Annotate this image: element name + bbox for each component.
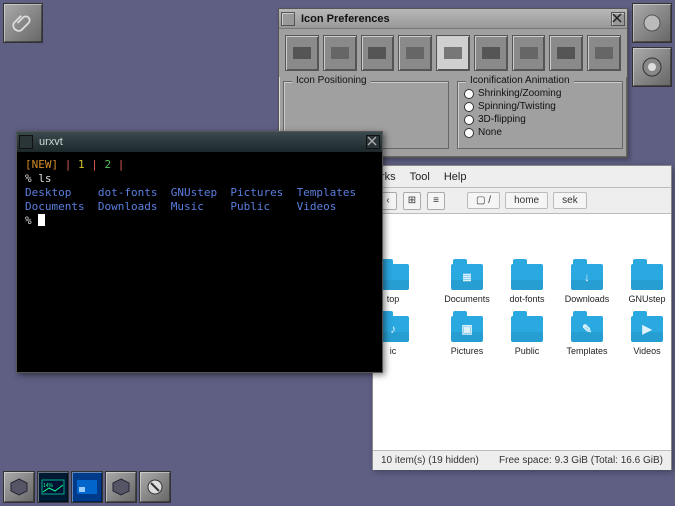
path-segment-sek[interactable]: sek bbox=[553, 192, 587, 209]
path-segment-home[interactable]: home bbox=[505, 192, 548, 209]
folder-icon: ▣ bbox=[451, 316, 483, 342]
prompt: % bbox=[25, 172, 32, 185]
view-list-button[interactable]: ≡ bbox=[427, 192, 445, 210]
prefs-tool-7[interactable] bbox=[549, 35, 583, 71]
path-root[interactable]: ▢ / bbox=[467, 192, 500, 209]
folder-icon: ▶ bbox=[631, 316, 663, 342]
dock-item-2[interactable] bbox=[71, 471, 103, 503]
prefs-tool-3[interactable] bbox=[398, 35, 432, 71]
menu-item[interactable]: Tool bbox=[410, 171, 430, 183]
close-icon bbox=[612, 13, 622, 23]
fm-view[interactable]: top ≣Documents dot-fonts ↓Downloads GNUs… bbox=[373, 214, 671, 450]
radio-icon bbox=[464, 102, 474, 112]
planet-icon bbox=[640, 11, 664, 35]
terminal-window[interactable]: urxvt [NEW] | 1 | 2 | % ls Desktop dot-f… bbox=[16, 131, 383, 373]
dock-item-3[interactable] bbox=[105, 471, 137, 503]
folder-item[interactable]: ↓Downloads bbox=[559, 264, 615, 304]
gnustep-icon bbox=[640, 55, 664, 79]
window-title: urxvt bbox=[37, 136, 362, 148]
pager-icon bbox=[77, 480, 97, 494]
chevron-left-icon: ‹ bbox=[386, 195, 389, 206]
miniaturize-button[interactable] bbox=[19, 135, 33, 149]
prefs-tool-1[interactable] bbox=[323, 35, 357, 71]
folder-item[interactable]: GNUstep bbox=[619, 264, 671, 304]
drive-icon: ▢ bbox=[476, 195, 485, 206]
status-left: 10 item(s) (19 hidden) bbox=[381, 455, 479, 466]
prefs-tool-8[interactable] bbox=[587, 35, 621, 71]
status-right: Free space: 9.3 GiB (Total: 16.6 GiB) bbox=[499, 455, 663, 466]
prefs-tool-4[interactable] bbox=[436, 35, 470, 71]
folder-item[interactable]: Public bbox=[499, 316, 555, 356]
dock-item-4[interactable] bbox=[139, 471, 171, 503]
folder-item[interactable]: ▶Videos bbox=[619, 316, 671, 356]
anim-option-3[interactable]: None bbox=[464, 127, 616, 138]
folder-icon: ✎ bbox=[571, 316, 603, 342]
fm-toolbar: ‹ ⊞ ≡ ▢ / home sek bbox=[373, 188, 671, 214]
iconification-animation-group: Iconification Animation Shrinking/Zoomin… bbox=[457, 81, 623, 149]
group-label: Icon Positioning bbox=[292, 75, 371, 86]
prefs-tool-5[interactable] bbox=[474, 35, 508, 71]
folder-icon bbox=[511, 316, 543, 342]
folder-item[interactable]: ≣Documents bbox=[439, 264, 495, 304]
radio-icon bbox=[464, 89, 474, 99]
cube-icon bbox=[111, 477, 131, 497]
prefs-tool-0[interactable] bbox=[285, 35, 319, 71]
folder-icon bbox=[511, 264, 543, 290]
titlebar[interactable]: Icon Preferences bbox=[279, 9, 627, 29]
close-button[interactable] bbox=[366, 135, 380, 149]
folder-icon: ≣ bbox=[451, 264, 483, 290]
window-title: Icon Preferences bbox=[299, 13, 607, 25]
dock-item-0[interactable] bbox=[3, 471, 35, 503]
close-button[interactable] bbox=[611, 12, 625, 26]
cmd: ls bbox=[38, 172, 51, 185]
terminal-body[interactable]: [NEW] | 1 | 2 | % ls Desktop dot-fonts G… bbox=[17, 152, 382, 234]
cursor bbox=[38, 214, 45, 226]
menu-item[interactable]: rks bbox=[381, 171, 396, 183]
close-icon bbox=[367, 136, 377, 146]
anim-option-0[interactable]: Shrinking/Zooming bbox=[464, 88, 616, 99]
menu-item[interactable]: Help bbox=[444, 171, 467, 183]
dock-top-2[interactable] bbox=[632, 47, 672, 87]
list-icon: ≡ bbox=[433, 195, 439, 206]
prefs-icon bbox=[145, 477, 165, 497]
prefs-toolbar bbox=[279, 29, 627, 77]
bottom-dock: 14% bbox=[3, 471, 171, 503]
dock-top-1[interactable] bbox=[632, 3, 672, 43]
file-manager-window[interactable]: rks Tool Help ‹ ⊞ ≡ ▢ / home sek top ≣Do… bbox=[372, 165, 672, 470]
prefs-tool-6[interactable] bbox=[512, 35, 546, 71]
folder-item[interactable]: ▣Pictures bbox=[439, 316, 495, 356]
fm-grid: top ≣Documents dot-fonts ↓Downloads GNUs… bbox=[373, 214, 671, 366]
fm-statusbar: 10 item(s) (19 hidden) Free space: 9.3 G… bbox=[373, 450, 671, 470]
prefs-tool-2[interactable] bbox=[361, 35, 395, 71]
miniaturize-button[interactable] bbox=[281, 12, 295, 26]
dock-item-1[interactable]: 14% bbox=[37, 471, 69, 503]
path-bar: ▢ / home sek bbox=[465, 192, 587, 209]
clip-dock-icon[interactable] bbox=[3, 3, 43, 43]
radio-icon bbox=[464, 128, 474, 138]
folder-icon: ↓ bbox=[571, 264, 603, 290]
monitor-icon: 14% bbox=[41, 479, 65, 495]
folder-item[interactable]: ✎Templates bbox=[559, 316, 615, 356]
paperclip-icon bbox=[12, 12, 34, 34]
term-new-tag: [NEW] bbox=[25, 158, 58, 171]
view-icons-button[interactable]: ⊞ bbox=[403, 192, 421, 210]
group-label: Iconification Animation bbox=[466, 75, 574, 86]
cube-icon bbox=[9, 477, 29, 497]
anim-option-1[interactable]: Spinning/Twisting bbox=[464, 101, 616, 112]
radio-icon bbox=[464, 115, 474, 125]
anim-option-2[interactable]: 3D-flipping bbox=[464, 114, 616, 125]
prompt: % bbox=[25, 214, 32, 227]
folder-icon bbox=[631, 264, 663, 290]
folder-item[interactable]: dot-fonts bbox=[499, 264, 555, 304]
titlebar[interactable]: urxvt bbox=[17, 132, 382, 152]
fm-menubar: rks Tool Help bbox=[373, 166, 671, 188]
grid-icon: ⊞ bbox=[408, 195, 416, 206]
